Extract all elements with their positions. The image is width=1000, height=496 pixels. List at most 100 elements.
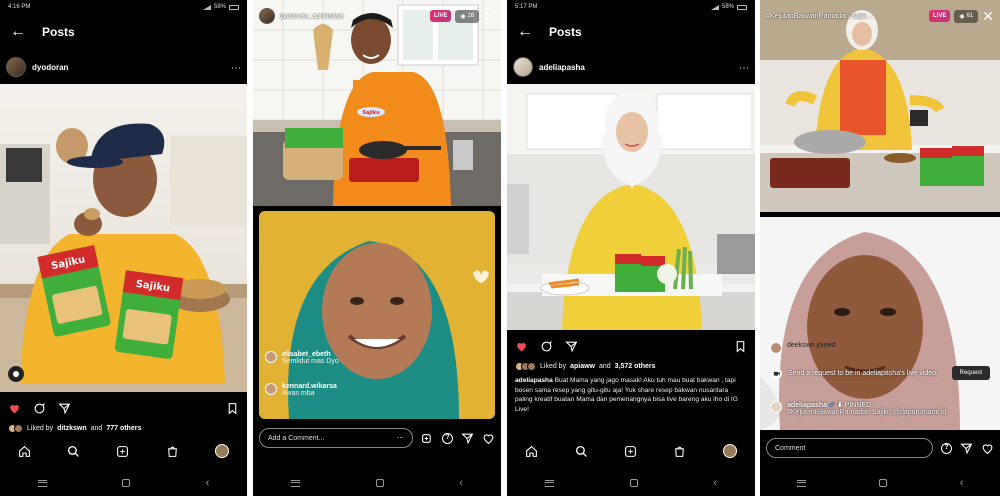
bookmark-icon[interactable]	[226, 402, 239, 415]
commenter-avatar[interactable]	[265, 351, 277, 363]
more-dots-icon[interactable]: ⋯	[397, 434, 404, 442]
nav-back-icon[interactable]: ‹	[459, 477, 463, 489]
pinned-author[interactable]: adeliapasha	[787, 402, 827, 409]
likes-others[interactable]: 777 others	[106, 425, 141, 432]
share-icon[interactable]	[565, 340, 578, 353]
new-post-icon[interactable]	[116, 445, 129, 458]
back-arrow-icon[interactable]: ←	[517, 24, 533, 40]
post-photo-illustration	[507, 84, 755, 330]
add-guest-icon[interactable]	[421, 432, 434, 445]
more-options-icon[interactable]: ⋮	[230, 63, 241, 72]
viewer-count: 28	[467, 13, 475, 19]
request-button[interactable]: Request	[951, 366, 990, 380]
status-bar: 5:17 PM 58%	[507, 0, 755, 14]
back-arrow-icon[interactable]: ←	[10, 24, 26, 40]
request-to-join: Send a request to be in adeliapasha's li…	[770, 366, 990, 380]
avatar[interactable]	[513, 57, 533, 77]
pinned-author-avatar[interactable]	[770, 401, 782, 413]
signal-icon	[710, 4, 719, 10]
new-post-icon[interactable]	[624, 445, 637, 458]
post-photo[interactable]	[507, 84, 755, 330]
host-avatar[interactable]	[259, 8, 275, 24]
comment-icon[interactable]	[33, 402, 46, 415]
status-bar: 4:16 PM 58%	[0, 0, 247, 14]
camera-request-icon	[770, 367, 783, 380]
likes-summary[interactable]: Liked by ditzkswn and 777 others	[8, 424, 241, 433]
home-square-icon[interactable]	[878, 479, 887, 487]
live-title[interactable]: #KejutanBakwanRamadan Sajik...	[766, 13, 925, 20]
menu-icon[interactable]	[290, 479, 300, 487]
system-nav-bar: ‹	[760, 470, 1000, 496]
profile-avatar-icon[interactable]	[722, 444, 737, 458]
close-icon[interactable]: ✕	[982, 9, 994, 23]
liker-avatars	[8, 424, 23, 433]
post-username[interactable]: dyodoran	[32, 63, 224, 72]
live-host-illustration: Sajiku	[253, 0, 501, 206]
bookmark-icon[interactable]	[734, 340, 747, 353]
home-icon[interactable]	[18, 445, 31, 458]
share-icon[interactable]	[461, 432, 474, 445]
search-icon[interactable]	[575, 445, 588, 458]
likes-others[interactable]: 3,572 others	[615, 363, 656, 370]
nav-back-icon[interactable]: ‹	[960, 477, 964, 489]
post-username[interactable]: adeliapasha	[539, 63, 732, 72]
live-host-illustration	[760, 0, 1000, 212]
home-square-icon[interactable]	[122, 479, 131, 487]
viewer-count-badge[interactable]: ◉ 61	[954, 9, 979, 23]
system-nav-bar: ‹	[507, 470, 755, 496]
menu-icon[interactable]	[796, 479, 806, 487]
profile-avatar-icon[interactable]	[214, 444, 229, 458]
close-icon[interactable]: ✕	[483, 9, 495, 23]
menu-icon[interactable]	[544, 479, 554, 487]
battery-percent: 58%	[213, 4, 226, 10]
verified-icon: ✔	[829, 402, 835, 409]
system-nav-bar: ‹	[0, 470, 247, 496]
joiner-avatar[interactable]	[770, 342, 782, 354]
avatar[interactable]	[6, 57, 26, 77]
liked-by-user[interactable]: apiaww	[570, 363, 595, 370]
live-header: dyodoran_aprilliafiya LIVE ◉ 28 ✕	[259, 6, 495, 26]
commenter-avatar[interactable]	[265, 383, 277, 395]
viewer-count-badge[interactable]: ◉ 28	[455, 9, 480, 23]
caption-username[interactable]: adeliapasha	[515, 377, 553, 384]
phone-screen-live-dyodoran: Sajiku dyodoran_aprilliafiya LIVE ◉ 28 ✕	[253, 0, 501, 496]
live-header: #KejutanBakwanRamadan Sajik... LIVE ◉ 61…	[766, 6, 994, 26]
question-icon[interactable]: ?	[941, 442, 952, 454]
home-square-icon[interactable]	[375, 479, 384, 487]
more-options-icon[interactable]: ⋮	[738, 63, 749, 72]
share-icon[interactable]	[58, 402, 71, 415]
heart-icon[interactable]	[981, 442, 994, 455]
live-video-host: Sajiku	[253, 0, 501, 206]
post-photo[interactable]: Sajiku Sajiku	[0, 84, 247, 392]
signal-icon	[202, 4, 211, 10]
menu-icon[interactable]	[37, 479, 47, 487]
home-icon[interactable]	[525, 445, 538, 458]
comment-author[interactable]: kennard.wikarsa	[282, 383, 337, 390]
comment-author[interactable]: elisabet_ebeth	[282, 351, 339, 358]
live-title[interactable]: dyodoran_aprilliafiya	[279, 13, 426, 20]
comment-placeholder: Comment	[775, 444, 806, 452]
status-time: 5:17 PM	[515, 4, 538, 10]
comment-input[interactable]: Comment	[766, 438, 933, 458]
comment-input[interactable]: Add a Comment... ⋯	[259, 428, 413, 448]
post-actions	[0, 398, 247, 418]
search-icon[interactable]	[67, 445, 80, 458]
shop-icon[interactable]	[673, 445, 686, 458]
heart-icon[interactable]	[8, 402, 21, 415]
heart-icon[interactable]	[515, 340, 528, 353]
liked-by-user[interactable]: ditzkswn	[57, 425, 87, 432]
question-icon[interactable]: ?	[442, 432, 453, 444]
nav-back-icon[interactable]: ‹	[206, 477, 210, 489]
likes-summary[interactable]: Liked by apiaww and 3,572 others	[515, 362, 749, 371]
battery-percent: 58%	[721, 4, 734, 10]
home-square-icon[interactable]	[629, 479, 638, 487]
share-icon[interactable]	[960, 442, 973, 455]
post-author-row: adeliapasha ⋮	[507, 54, 755, 80]
status-time: 4:16 PM	[8, 4, 31, 10]
apron-logo-text: Sajiku	[362, 110, 380, 116]
shop-icon[interactable]	[166, 445, 179, 458]
phone-screen-posts-adeliapasha: 5:17 PM 58% ← Posts adeliapasha ⋮ Liked …	[507, 0, 755, 496]
heart-icon[interactable]	[482, 432, 495, 445]
nav-back-icon[interactable]: ‹	[713, 477, 717, 489]
comment-icon[interactable]	[540, 340, 553, 353]
